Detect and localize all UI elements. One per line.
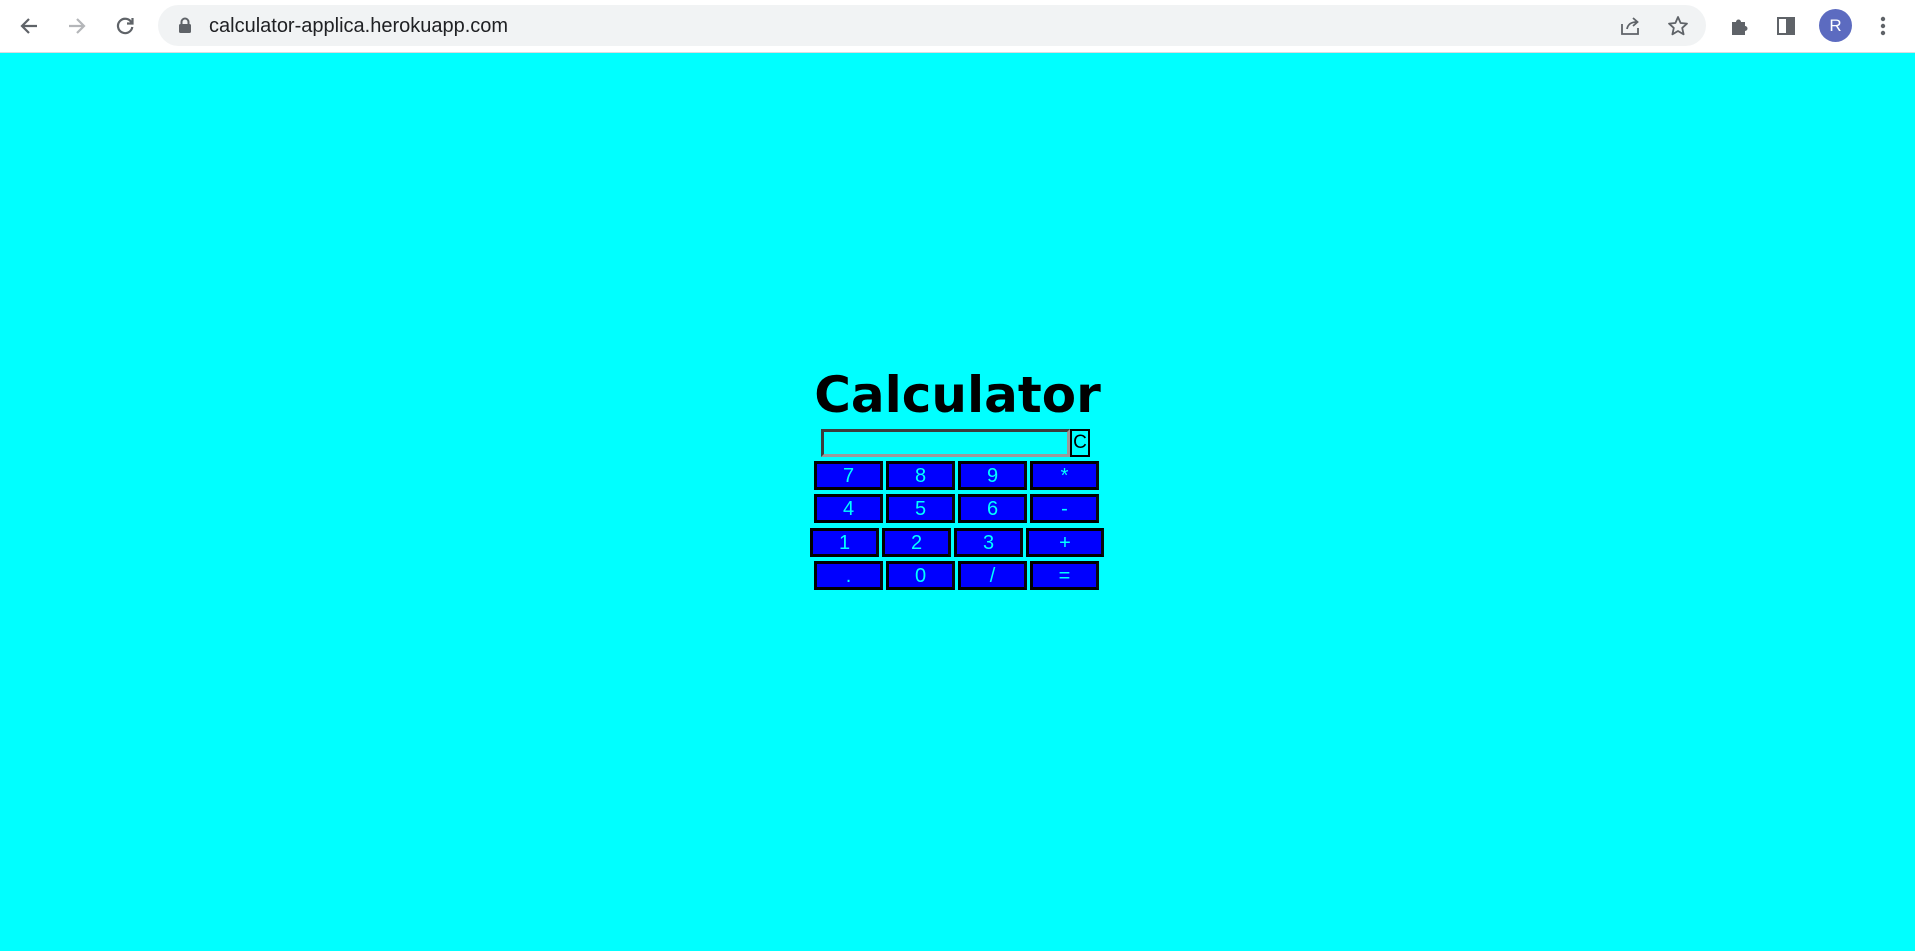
forward-arrow-icon: [66, 15, 88, 37]
back-button[interactable]: [12, 9, 46, 43]
key-multiply[interactable]: *: [1030, 461, 1099, 490]
lock-icon[interactable]: [178, 17, 192, 39]
star-icon[interactable]: [1664, 12, 1692, 40]
key-divide[interactable]: /: [958, 561, 1027, 590]
key-8[interactable]: 8: [886, 461, 955, 490]
calculator-display[interactable]: [821, 429, 1070, 457]
key-3[interactable]: 3: [954, 528, 1023, 557]
reload-button[interactable]: [108, 9, 142, 43]
key-decimal[interactable]: .: [814, 561, 883, 590]
forward-button[interactable]: [60, 9, 94, 43]
back-arrow-icon: [18, 15, 40, 37]
key-6[interactable]: 6: [958, 494, 1027, 523]
key-4[interactable]: 4: [814, 494, 883, 523]
key-subtract[interactable]: -: [1030, 494, 1099, 523]
key-9[interactable]: 9: [958, 461, 1027, 490]
address-bar[interactable]: calculator-applica.herokuapp.com: [158, 5, 1706, 46]
clear-button[interactable]: C: [1070, 429, 1090, 457]
puzzle-icon[interactable]: [1724, 11, 1754, 41]
reload-icon: [114, 15, 136, 37]
key-1[interactable]: 1: [810, 528, 879, 557]
browser-toolbar: calculator-applica.herokuapp.com R: [0, 0, 1915, 53]
key-equals[interactable]: =: [1030, 561, 1099, 590]
url-text[interactable]: calculator-applica.herokuapp.com: [209, 15, 508, 38]
share-icon[interactable]: [1616, 12, 1644, 40]
key-add[interactable]: +: [1026, 528, 1104, 557]
key-2[interactable]: 2: [882, 528, 951, 557]
key-5[interactable]: 5: [886, 494, 955, 523]
page-title: Calculator: [814, 366, 1101, 424]
profile-avatar[interactable]: R: [1819, 9, 1852, 42]
side-panel-icon[interactable]: [1771, 11, 1801, 41]
key-7[interactable]: 7: [814, 461, 883, 490]
key-0[interactable]: 0: [886, 561, 955, 590]
kebab-menu-icon[interactable]: [1868, 11, 1898, 41]
